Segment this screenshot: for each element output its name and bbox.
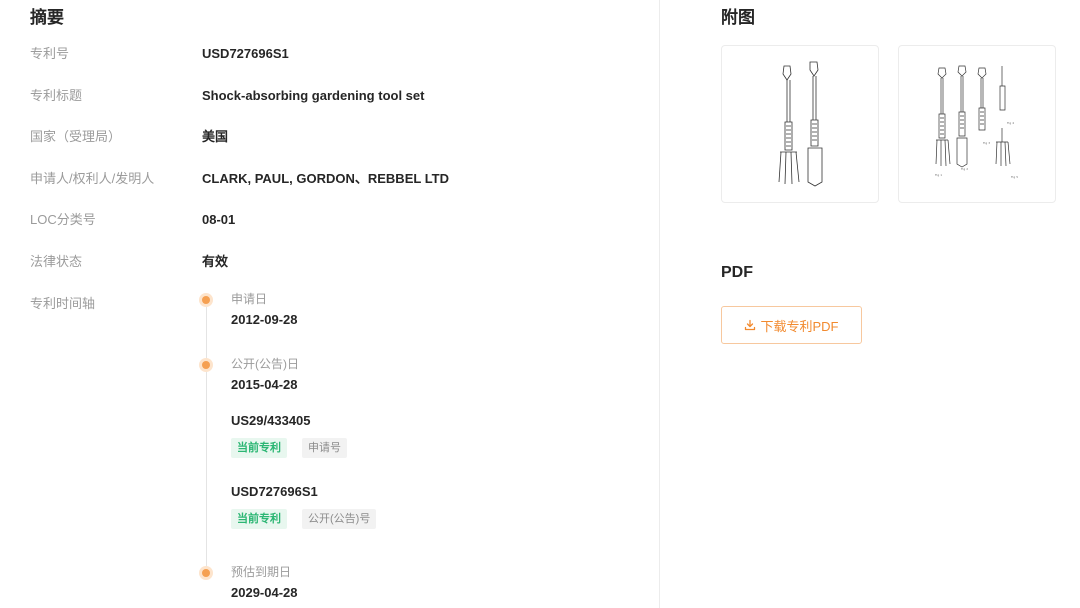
timeline-line xyxy=(206,302,207,576)
download-pdf-label: 下载专利PDF xyxy=(760,318,839,334)
current-patent-badge: 当前专利 xyxy=(231,438,287,458)
publication-date-label: 公开(公告)日 xyxy=(231,357,299,371)
download-icon xyxy=(744,319,756,331)
svg-text:Fig 2: Fig 2 xyxy=(961,167,968,171)
figures-title: 附图 xyxy=(721,8,755,27)
application-number: US29/433405 xyxy=(231,413,311,428)
figure-2-drawing: Fig 1 Fig 2 Fig 3 Fig 4 Fig 5 xyxy=(935,65,1018,179)
field-label: 专利号 xyxy=(30,46,70,61)
svg-text:Fig 3: Fig 3 xyxy=(983,141,990,145)
field-value: USD727696S1 xyxy=(202,46,289,61)
expiry-date-label: 预估到期日 xyxy=(231,565,292,579)
figure-thumbnail-2[interactable]: Fig 1 Fig 2 Fig 3 Fig 4 Fig 5 xyxy=(898,45,1056,203)
svg-text:Fig 4: Fig 4 xyxy=(1007,121,1014,125)
field-row-legal-status: 法律状态 有效 xyxy=(30,252,650,272)
timeline-dot xyxy=(202,361,210,369)
field-value: 08-01 xyxy=(202,212,236,227)
figures-panel: 附图 Fig 1 Fig 2 Fig 3 Fig 4 Fig 5 PDF 下载专… xyxy=(660,0,1080,608)
field-label: 国家（受理局） xyxy=(30,129,122,144)
field-label: 专利标题 xyxy=(30,88,83,103)
publication-number-badge: 公开(公告)号 xyxy=(302,509,377,529)
expiry-date: 2029-04-28 xyxy=(231,585,298,600)
field-value: CLARK, PAUL, GORDON、REBBEL LTD xyxy=(202,171,449,186)
timeline-dot xyxy=(202,296,210,304)
svg-text:Fig 5: Fig 5 xyxy=(1011,175,1018,179)
figure-thumbnail-1[interactable] xyxy=(721,45,879,203)
field-row-loc: LOC分类号 08-01 xyxy=(30,210,650,230)
field-row-country: 国家（受理局） 美国 xyxy=(30,127,650,147)
field-label: 法律状态 xyxy=(30,254,83,269)
download-pdf-button[interactable]: 下载专利PDF xyxy=(721,306,862,344)
field-row-patent-number: 专利号 USD727696S1 xyxy=(30,44,650,64)
pdf-title: PDF xyxy=(721,264,753,281)
filing-date: 2012-09-28 xyxy=(231,312,298,327)
field-value: 有效 xyxy=(202,254,229,269)
current-patent-badge: 当前专利 xyxy=(231,509,287,529)
summary-title: 摘要 xyxy=(30,8,64,27)
figure-1-drawing xyxy=(778,61,823,187)
filing-date-label: 申请日 xyxy=(231,292,268,306)
field-label: LOC分类号 xyxy=(30,212,96,227)
timeline-label: 专利时间轴 xyxy=(30,296,96,311)
field-row-title: 专利标题 Shock-absorbing gardening tool set xyxy=(30,86,650,106)
summary-panel: 摘要 专利号 USD727696S1 专利标题 Shock-absorbing … xyxy=(0,0,660,608)
field-label: 申请人/权利人/发明人 xyxy=(30,171,155,186)
publication-date: 2015-04-28 xyxy=(231,377,298,392)
field-value: Shock-absorbing gardening tool set xyxy=(202,88,425,103)
timeline-dot xyxy=(202,569,210,577)
field-value: 美国 xyxy=(202,129,229,144)
publication-number: USD727696S1 xyxy=(231,484,318,499)
field-row-timeline: 专利时间轴 xyxy=(30,294,650,314)
application-number-badge: 申请号 xyxy=(302,438,347,458)
svg-text:Fig 1: Fig 1 xyxy=(935,173,942,177)
field-row-applicant: 申请人/权利人/发明人 CLARK, PAUL, GORDON、REBBEL L… xyxy=(30,169,650,189)
